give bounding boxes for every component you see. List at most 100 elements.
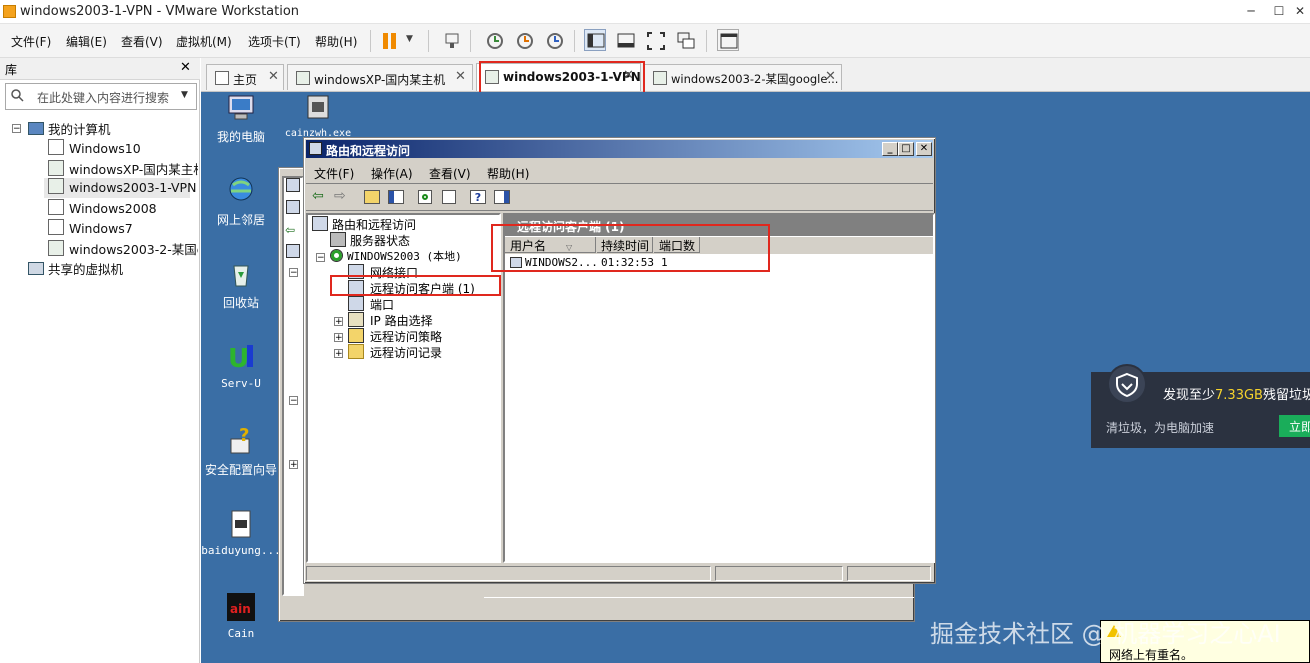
tree-vm-item[interactable]: Windows7: [48, 219, 133, 239]
notification-headline: 发现至少7.33GB残留垃圾: [1163, 388, 1310, 403]
thumbnail-view-icon[interactable]: [614, 29, 636, 51]
tree-vm-item[interactable]: Windows10: [48, 139, 141, 159]
tree-expand-icon[interactable]: +: [334, 317, 343, 327]
toolbar-separator: [370, 30, 371, 52]
menu-tabs[interactable]: 选项卡(T): [248, 33, 301, 50]
desktop-icon-cain[interactable]: ain Cain: [201, 591, 281, 640]
tree-vm-item[interactable]: Windows2008: [48, 199, 157, 219]
policy-icon: [348, 328, 364, 343]
vm-icon: [48, 139, 64, 155]
tab-close-icon[interactable]: ✕: [825, 69, 836, 84]
fullscreen-icon[interactable]: [644, 29, 666, 51]
tree-rras-root[interactable]: 路由和远程访问: [312, 216, 416, 233]
rras-menu-view[interactable]: 查看(V): [429, 165, 471, 182]
tab-home[interactable]: 主页 ✕: [206, 64, 284, 90]
tree-remote-access-logging[interactable]: 远程访问记录: [348, 344, 442, 361]
server-status-icon: [330, 232, 346, 247]
status-cell: [306, 566, 711, 581]
tree-server-node[interactable]: WINDOWS2003 (本地): [330, 248, 462, 264]
back-arrow-icon[interactable]: ⇦: [285, 223, 295, 237]
tree-label: 服务器状态: [350, 234, 411, 248]
tab-label: windows2003-2-某国google...: [671, 72, 839, 86]
clean-now-button[interactable]: 立即: [1279, 415, 1310, 437]
tree-label: IP 路由选择: [370, 314, 433, 328]
tree-collapse-icon[interactable]: −: [316, 253, 325, 263]
up-folder-icon[interactable]: [364, 190, 380, 204]
rras-maximize-button[interactable]: □: [898, 142, 914, 156]
menu-file[interactable]: 文件(F): [11, 33, 51, 50]
rras-menu-help[interactable]: 帮助(H): [487, 165, 529, 182]
menu-vm[interactable]: 虚拟机(M): [176, 33, 232, 50]
tree-label: windows2003-2-某国google: [69, 242, 198, 257]
tree-expand-icon[interactable]: +: [334, 349, 343, 359]
tab-windowsxp[interactable]: windowsXP-国内某主机 ✕: [287, 64, 473, 90]
desktop-icon-serv-u[interactable]: U Serv-U: [201, 341, 281, 390]
installer-icon: [302, 92, 334, 124]
maximize-button[interactable]: ☐: [1268, 2, 1290, 20]
tab-close-icon[interactable]: ✕: [455, 69, 466, 84]
cleanup-notification[interactable]: 发现至少7.33GB残留垃圾 清垃圾，为电脑加速 立即: [1091, 364, 1310, 448]
tree-collapse-icon[interactable]: −: [289, 396, 298, 406]
close-button[interactable]: ✕: [1292, 2, 1308, 20]
tree-expand-icon[interactable]: +: [334, 333, 343, 343]
search-dropdown-icon[interactable]: ▼: [181, 90, 188, 100]
desktop-icon-security-wizard[interactable]: ? 安全配置向导: [201, 425, 281, 478]
tree-label: 端口: [370, 298, 395, 312]
tab-windows2003-2[interactable]: windows2003-2-某国google... ✕: [644, 64, 842, 90]
pause-icon[interactable]: [383, 33, 397, 49]
console-view-icon[interactable]: [717, 29, 739, 51]
tree-vm-item[interactable]: windowsXP-国内某主机: [48, 159, 198, 179]
rras-menu-action[interactable]: 操作(A): [371, 165, 413, 182]
show-tree-icon[interactable]: [388, 190, 404, 204]
menu-view[interactable]: 查看(V): [121, 33, 163, 50]
menu-bar: 文件(F) 编辑(E) 查看(V) 虚拟机(M) 选项卡(T) 帮助(H) ▼: [0, 24, 1310, 58]
show-action-pane-icon[interactable]: [494, 190, 510, 204]
tree-collapse-icon[interactable]: −: [12, 124, 21, 134]
tab-close-icon[interactable]: ✕: [268, 69, 279, 84]
rras-close-button[interactable]: ✕: [916, 142, 932, 156]
icon-label: 我的电脑: [216, 130, 265, 144]
rras-menu-file[interactable]: 文件(F): [314, 165, 354, 182]
library-search-input[interactable]: 在此处键入内容进行搜索 ▼: [5, 83, 197, 110]
desktop-icon-baiduyun[interactable]: baiduyung...: [201, 508, 281, 557]
help-icon[interactable]: ?: [470, 190, 486, 204]
vm-icon: [48, 199, 64, 215]
tree-vm-item-selected[interactable]: windows2003-1-VPN: [44, 178, 196, 198]
desktop-icon-network[interactable]: 网上邻居: [201, 175, 281, 228]
desktop-icon-my-computer[interactable]: 我的电脑: [201, 92, 281, 145]
send-keys-icon[interactable]: [440, 29, 462, 51]
tree-collapse-icon[interactable]: −: [289, 268, 298, 278]
snapshot-manager-icon[interactable]: [542, 29, 564, 51]
library-close-icon[interactable]: ✕: [180, 60, 191, 75]
tree-my-computer[interactable]: 我的计算机: [28, 119, 111, 139]
tree-expand-icon[interactable]: +: [289, 460, 298, 470]
export-list-icon[interactable]: [442, 190, 456, 204]
status-cell: [847, 566, 931, 581]
tree-ip-routing[interactable]: IP 路由选择: [348, 312, 433, 329]
desktop-icon-recycle-bin[interactable]: 回收站: [201, 258, 281, 311]
rras-minimize-button[interactable]: _: [882, 142, 898, 156]
minimize-button[interactable]: ─: [1240, 2, 1262, 20]
library-view-icon[interactable]: [584, 29, 606, 51]
menu-help[interactable]: 帮助(H): [315, 33, 357, 50]
snapshot-revert-icon[interactable]: [512, 29, 534, 51]
pause-dropdown-icon[interactable]: ▼: [406, 34, 413, 44]
back-icon[interactable]: ⇦: [312, 188, 324, 204]
snapshot-take-icon[interactable]: [482, 29, 504, 51]
tree-remote-access-policies[interactable]: 远程访问策略: [348, 328, 442, 345]
refresh-icon[interactable]: [418, 190, 432, 204]
icon-label: baiduyung...: [201, 544, 281, 557]
forward-icon[interactable]: ⇨: [334, 188, 346, 204]
menu-edit[interactable]: 编辑(E): [66, 33, 107, 50]
tree-server-status[interactable]: 服务器状态: [330, 232, 410, 249]
tree-ports[interactable]: 端口: [348, 296, 394, 313]
rras-title-bar: 路由和远程访问 _ □ ✕: [306, 140, 933, 158]
server-icon: [286, 200, 300, 214]
svg-text:U: U: [228, 344, 249, 373]
search-placeholder: 在此处键入内容进行搜索: [37, 91, 170, 105]
desktop-icon-cainzwh[interactable]: cainzwh.exe: [278, 92, 358, 139]
icon-label: Cain: [227, 627, 255, 640]
tree-vm-item[interactable]: windows2003-2-某国google: [48, 239, 198, 259]
tree-shared-vms[interactable]: 共享的虚拟机: [28, 259, 123, 279]
unity-icon[interactable]: [674, 29, 696, 51]
